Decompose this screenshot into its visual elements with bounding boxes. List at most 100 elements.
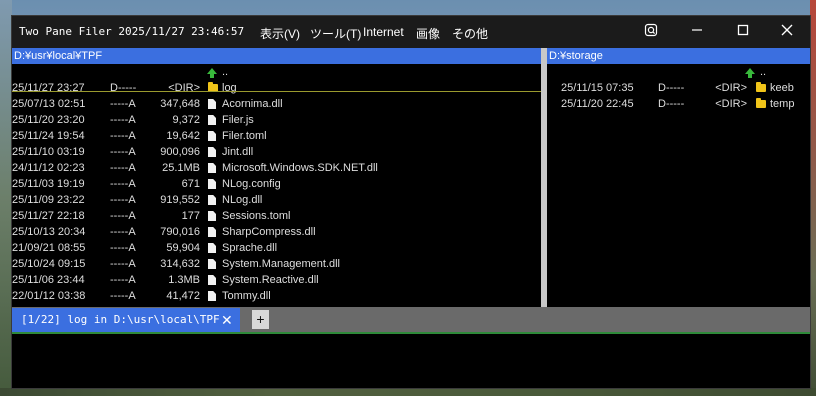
entry-size: 9,372 xyxy=(172,114,200,126)
minimize-button[interactable] xyxy=(674,16,720,48)
entry-name: NLog.config xyxy=(222,178,281,190)
entry-name: Sprache.dll xyxy=(222,242,278,254)
desktop-wallpaper-bottom xyxy=(0,388,816,396)
file-icon xyxy=(208,163,218,173)
entry-date: 25/11/15 07:35 xyxy=(561,82,634,94)
tab-bar: [1/22] log in D:\usr\local\TPF ✕ + xyxy=(12,307,810,332)
entry-name: Sessions.toml xyxy=(222,210,291,222)
entry-name: keeb xyxy=(770,82,794,94)
file-row[interactable]: 25/07/13 02:51 -----A 347,648 Acornima.dll xyxy=(12,96,541,112)
entry-name: Acornima.dll xyxy=(222,98,283,110)
entry-date: 25/10/24 09:15 xyxy=(12,258,86,270)
entry-name: Microsoft.Windows.SDK.NET.dll xyxy=(222,162,378,174)
entry-name: System.Reactive.dll xyxy=(222,274,319,286)
menu-internet[interactable]: Internet xyxy=(363,25,404,39)
entry-attributes: D----- xyxy=(658,82,685,94)
entry-size: 1.3MB xyxy=(168,274,200,286)
entry-date: 25/11/06 23:44 xyxy=(12,274,85,286)
left-pane-path[interactable]: D:¥usr¥local¥TPF xyxy=(12,48,541,64)
entry-attributes: -----A xyxy=(110,290,136,302)
entry-name: NLog.dll xyxy=(222,194,263,206)
entry-name: Jint.dll xyxy=(222,146,254,158)
entry-attributes: -----A xyxy=(110,98,136,110)
entry-date: 24/11/12 02:23 xyxy=(12,162,85,174)
entry-date: 25/11/24 19:54 xyxy=(12,130,85,142)
file-row[interactable]: 25/10/13 20:34 -----A 790,016 SharpCompress… xyxy=(12,224,541,240)
entry-attributes: D----- xyxy=(658,98,685,110)
entry-attributes: -----A xyxy=(110,130,136,142)
entry-name: Filer.js xyxy=(222,114,254,126)
entry-name: Filer.toml xyxy=(222,130,267,142)
title-bar[interactable]: Two Pane Filer 2025/11/27 23:46:57 表示(V)… xyxy=(12,16,810,48)
file-row[interactable]: 25/11/10 03:19 -----A 900,096 Jint.dll xyxy=(12,144,541,160)
entry-attributes: -----A xyxy=(110,226,136,238)
file-icon xyxy=(208,99,218,109)
file-row[interactable]: 22/01/12 03:38 -----A 41,472 Tommy.dll xyxy=(12,288,541,304)
file-icon xyxy=(208,275,218,285)
folder-row[interactable]: 25/11/20 22:45 D----- <DIR> temp xyxy=(547,96,810,112)
right-pane-list[interactable]: .. 25/11/15 07:35 D----- <DIR> keeb 25/11/20… xyxy=(547,64,810,307)
window-title: Two Pane Filer 2025/11/27 23:46:57 xyxy=(19,25,245,38)
folder-row[interactable]: 25/11/27 23:27 D----- <DIR> log xyxy=(12,80,541,96)
file-icon xyxy=(208,291,218,301)
right-pane-path[interactable]: D:¥storage xyxy=(547,48,810,64)
parent-up-arrow-icon xyxy=(745,68,755,78)
entry-size: 177 xyxy=(181,210,200,222)
folder-row[interactable]: 25/11/15 07:35 D----- <DIR> keeb xyxy=(547,80,810,96)
entry-date: 25/11/09 23:22 xyxy=(12,194,85,206)
pin-icon xyxy=(644,23,658,42)
minimize-icon xyxy=(691,23,703,41)
entry-name: temp xyxy=(770,98,795,110)
entry-name: log xyxy=(222,82,237,94)
parent-dir-row[interactable]: .. xyxy=(12,64,541,80)
file-row[interactable]: 21/09/21 08:55 -----A 59,904 Sprache.dll xyxy=(12,240,541,256)
file-icon xyxy=(208,115,218,125)
file-row[interactable]: 25/11/03 19:19 -----A 671 NLog.config xyxy=(12,176,541,192)
entry-attributes: -----A xyxy=(110,114,136,126)
menu-view[interactable]: 表示(V) xyxy=(260,25,300,42)
folder-icon xyxy=(756,98,766,109)
entry-attributes: -----A xyxy=(110,178,136,190)
file-icon xyxy=(208,259,218,269)
file-icon xyxy=(208,211,218,221)
file-row[interactable]: 25/11/20 23:20 -----A 9,372 Filer.js xyxy=(12,112,541,128)
entry-attributes: -----A xyxy=(110,242,136,254)
entry-size: 790,016 xyxy=(160,226,200,238)
tab-label: [1/22] log in D:\usr\local\TPF xyxy=(21,313,220,326)
entry-size: 41,472 xyxy=(166,290,200,302)
add-tab-button[interactable]: + xyxy=(252,310,269,329)
file-row[interactable]: 25/11/09 23:22 -----A 919,552 NLog.dll xyxy=(12,192,541,208)
file-row[interactable]: 24/11/12 02:23 -----A 25.1MB Microsoft.Wind… xyxy=(12,160,541,176)
entry-size: <DIR> xyxy=(715,98,747,110)
close-button[interactable] xyxy=(764,16,810,48)
maximize-button[interactable] xyxy=(720,16,766,48)
entry-attributes: -----A xyxy=(110,258,136,270)
file-icon xyxy=(208,195,218,205)
entry-date: 25/11/03 19:19 xyxy=(12,178,85,190)
left-pane-list[interactable]: .. 25/11/27 23:27 D----- <DIR> log 25/07/13 … xyxy=(12,64,541,307)
file-row[interactable]: 25/11/06 23:44 -----A 1.3MB System.Reactive… xyxy=(12,272,541,288)
menu-image[interactable]: 画像 xyxy=(416,25,440,42)
log-area[interactable] xyxy=(12,334,810,388)
tab-close-icon[interactable]: ✕ xyxy=(221,308,233,332)
parent-dir-row[interactable]: .. xyxy=(547,64,810,80)
parent-dir-name: .. xyxy=(222,66,229,78)
entry-date: 25/11/20 23:20 xyxy=(12,114,85,126)
entry-name: System.Management.dll xyxy=(222,258,340,270)
file-row[interactable]: 25/11/27 22:18 -----A 177 Sessions.toml xyxy=(12,208,541,224)
file-icon xyxy=(208,131,218,141)
menu-tools[interactable]: ツール(T) xyxy=(310,25,361,42)
file-row[interactable]: 25/10/24 09:15 -----A 314,632 System.Manage… xyxy=(12,256,541,272)
tab-active[interactable]: [1/22] log in D:\usr\local\TPF ✕ xyxy=(12,308,240,332)
entry-date: 25/07/13 02:51 xyxy=(12,98,86,110)
entry-size: 25.1MB xyxy=(162,162,200,174)
file-icon xyxy=(208,147,218,157)
file-row[interactable]: 25/11/24 19:54 -----A 19,642 Filer.toml xyxy=(12,128,541,144)
entry-attributes: -----A xyxy=(110,274,136,286)
menu-other[interactable]: その他 xyxy=(452,25,488,42)
maximize-icon xyxy=(737,23,749,41)
pin-button[interactable] xyxy=(628,16,674,48)
entry-size: 59,904 xyxy=(166,242,200,254)
entry-size: <DIR> xyxy=(168,82,200,94)
file-icon xyxy=(208,243,218,253)
